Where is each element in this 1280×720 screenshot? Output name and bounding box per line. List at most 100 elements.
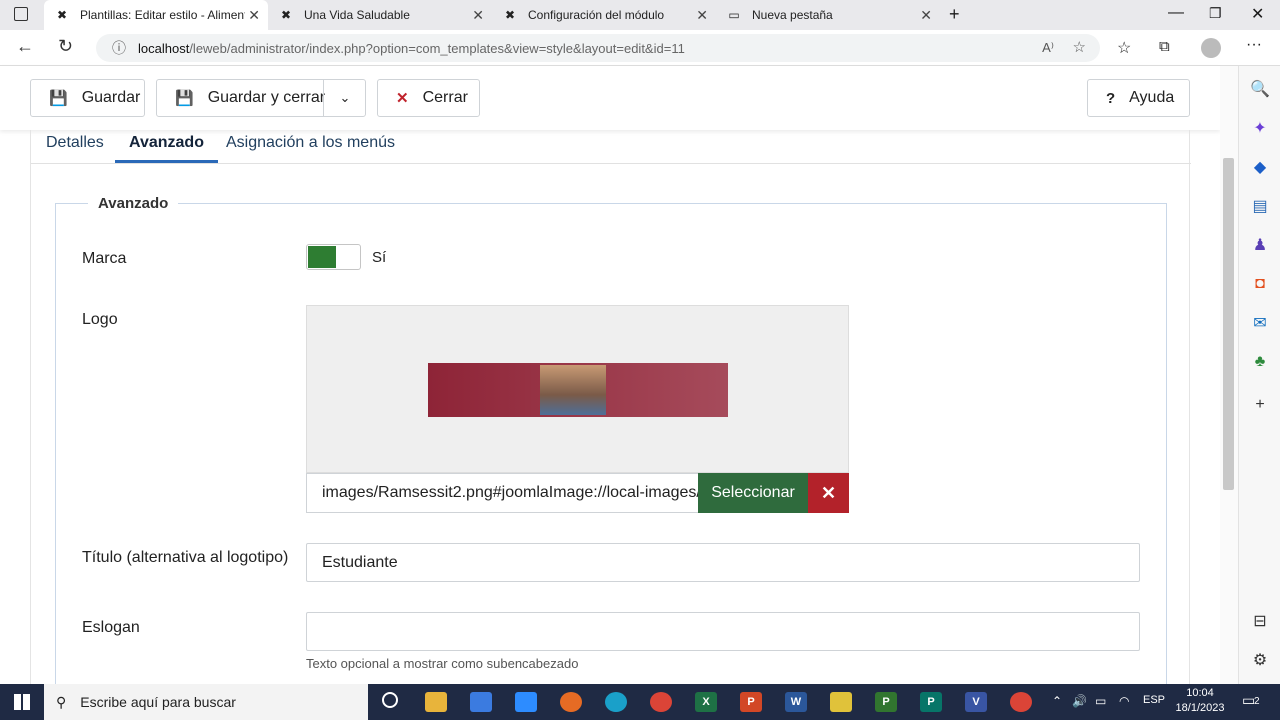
- title-input[interactable]: Estudiante: [306, 543, 1140, 582]
- chrome-profile-icon[interactable]: [1010, 692, 1032, 712]
- advanced-fieldset: Avanzado Marca Sí Logo images/Ramsessit2…: [55, 195, 1167, 703]
- help-icon: ?: [1106, 89, 1116, 107]
- zoom-icon[interactable]: [515, 692, 537, 712]
- tab-plantillas[interactable]: ✖ Plantillas: Editar estilo - Alimento ✕: [44, 0, 268, 30]
- close-button[interactable]: ✕ Cerrar: [377, 79, 480, 117]
- word-icon[interactable]: W: [785, 692, 807, 712]
- file-explorer-icon[interactable]: [425, 692, 447, 712]
- tab-vida-saludable[interactable]: ✖ Una Vida Saludable ✕: [268, 0, 492, 30]
- profile-avatar[interactable]: [1201, 38, 1221, 58]
- publisher-icon[interactable]: P: [920, 692, 942, 712]
- new-tab-icon[interactable]: +: [949, 4, 960, 25]
- help-button[interactable]: ? Ayuda: [1087, 79, 1190, 117]
- chevron-up-icon[interactable]: ⌃: [1052, 694, 1062, 708]
- url-path: /leweb/administrator/index.php?option=co…: [189, 40, 685, 56]
- store-icon[interactable]: [470, 692, 492, 712]
- minimize-icon[interactable]: —: [1168, 4, 1184, 22]
- logo-path-field[interactable]: images/Ramsessit2.png#joomlaImage://loca…: [306, 473, 699, 513]
- windows-start-icon[interactable]: [14, 694, 30, 710]
- close-label: Cerrar: [422, 89, 468, 106]
- visio-icon[interactable]: V: [965, 692, 987, 712]
- outlook-icon[interactable]: ✉: [1251, 314, 1269, 332]
- edge-icon[interactable]: [605, 692, 627, 712]
- clock[interactable]: 10:04 18/1/2023: [1170, 686, 1230, 716]
- sidebar-toggle-icon[interactable]: ⊟: [1251, 612, 1269, 630]
- edge-sidebar: 🔍 ✦ ◆ ▤ ♟ ◘ ✉ ♣ + ⊟ ⚙: [1238, 66, 1280, 684]
- more-icon[interactable]: ···: [1246, 36, 1262, 54]
- tab-title: Nueva pestaña: [752, 8, 833, 22]
- url-field[interactable]: ⓘ localhost/leweb/administrator/index.ph…: [96, 34, 1100, 62]
- close-icon[interactable]: ✕: [472, 7, 484, 24]
- windows-taskbar: ⚲ Escribe aquí para buscar X P W P P V ⌃…: [0, 684, 1280, 720]
- volume-icon[interactable]: 🔊: [1072, 694, 1087, 708]
- project-icon[interactable]: P: [875, 692, 897, 712]
- toolbox-icon[interactable]: ▤: [1251, 197, 1269, 215]
- clear-button[interactable]: ✕: [808, 473, 849, 513]
- settings-icon[interactable]: ⚙: [1251, 651, 1269, 669]
- url-host: localhost: [138, 40, 190, 56]
- toggle-on-indicator: [308, 246, 336, 268]
- browser-tab-bar: ✖ Plantillas: Editar estilo - Alimento ✕…: [0, 0, 1280, 30]
- tab-nueva[interactable]: ▭ Nueva pestaña ✕: [716, 0, 940, 30]
- add-icon[interactable]: +: [1251, 396, 1269, 414]
- brand-toggle-value: Sí: [372, 249, 387, 266]
- tab-configuracion[interactable]: ✖ Configuración del módulo ✕: [492, 0, 716, 30]
- language-indicator[interactable]: ESP: [1143, 694, 1165, 706]
- tab-title: Plantillas: Editar estilo - Alimento: [80, 8, 245, 22]
- fieldset-legend: Avanzado: [88, 195, 179, 212]
- logo-label: Logo: [82, 311, 118, 328]
- office-icon[interactable]: ◘: [1251, 275, 1269, 293]
- wifi-icon[interactable]: ◠: [1119, 694, 1129, 708]
- close-icon[interactable]: ✕: [696, 7, 708, 24]
- joomla-toolbar: 💾 Guardar 💾 Guardar y cerrar ⌄ ✕ Cerrar …: [0, 66, 1220, 130]
- slogan-input[interactable]: [306, 612, 1140, 651]
- favorite-add-icon[interactable]: ☆: [1073, 38, 1086, 56]
- favorites-icon[interactable]: ☆: [1117, 38, 1131, 58]
- taskbar-search[interactable]: ⚲ Escribe aquí para buscar: [44, 684, 368, 720]
- tab-menu-assignment[interactable]: Asignación a los menús: [226, 134, 395, 152]
- tab-advanced[interactable]: Avanzado: [115, 134, 218, 163]
- battery-icon[interactable]: ▭: [1095, 694, 1106, 708]
- firefox-icon[interactable]: [560, 692, 582, 712]
- page-scrollbar[interactable]: [1220, 66, 1238, 684]
- select-button[interactable]: Seleccionar: [698, 473, 808, 513]
- app-icon[interactable]: [830, 692, 852, 712]
- tab-actions-icon[interactable]: [14, 7, 28, 21]
- tab-title: Una Vida Saludable: [304, 8, 410, 22]
- back-icon[interactable]: ←: [16, 36, 34, 57]
- time: 10:04: [1186, 687, 1214, 699]
- excel-icon[interactable]: X: [695, 692, 717, 712]
- tab-details[interactable]: Detalles: [46, 134, 104, 152]
- maximize-icon[interactable]: ❐: [1209, 5, 1222, 22]
- refresh-icon[interactable]: ↻: [58, 36, 73, 57]
- slogan-label: Eslogan: [82, 619, 140, 636]
- collections-icon[interactable]: ⧉: [1159, 38, 1170, 55]
- search-icon[interactable]: 🔍: [1250, 80, 1270, 98]
- games-icon[interactable]: ♟: [1251, 236, 1269, 254]
- task-view-icon[interactable]: [382, 692, 398, 708]
- search-icon: ⚲: [56, 693, 67, 710]
- save-label: Guardar: [81, 89, 141, 106]
- scrollbar-thumb[interactable]: [1223, 158, 1234, 490]
- page-tabs: Detalles Avanzado Asignación a los menús: [31, 130, 1191, 164]
- close-icon[interactable]: ✕: [920, 7, 932, 24]
- info-icon[interactable]: ⓘ: [112, 38, 126, 58]
- save-button[interactable]: 💾 Guardar: [30, 79, 145, 117]
- save-icon: 💾: [49, 90, 68, 107]
- read-aloud-icon[interactable]: A⁾: [1042, 40, 1054, 56]
- brand-toggle[interactable]: [306, 244, 361, 270]
- close-icon[interactable]: ✕: [248, 7, 260, 24]
- tree-icon[interactable]: ♣: [1251, 353, 1269, 371]
- logo-image: [428, 363, 728, 417]
- joomla-icon: ✖: [56, 8, 68, 22]
- sparkle-icon[interactable]: ✦: [1251, 119, 1269, 137]
- logo-path-row: images/Ramsessit2.png#joomlaImage://loca…: [306, 473, 849, 513]
- close-icon: ✕: [396, 90, 409, 107]
- window-close-icon[interactable]: ✕: [1251, 4, 1264, 24]
- tag-icon[interactable]: ◆: [1251, 158, 1269, 176]
- brand-label: Marca: [82, 250, 127, 267]
- powerpoint-icon[interactable]: P: [740, 692, 762, 712]
- chrome-icon[interactable]: [650, 692, 672, 712]
- save-close-button[interactable]: 💾 Guardar y cerrar ⌄: [156, 79, 366, 117]
- chevron-down-icon[interactable]: ⌄: [323, 80, 366, 116]
